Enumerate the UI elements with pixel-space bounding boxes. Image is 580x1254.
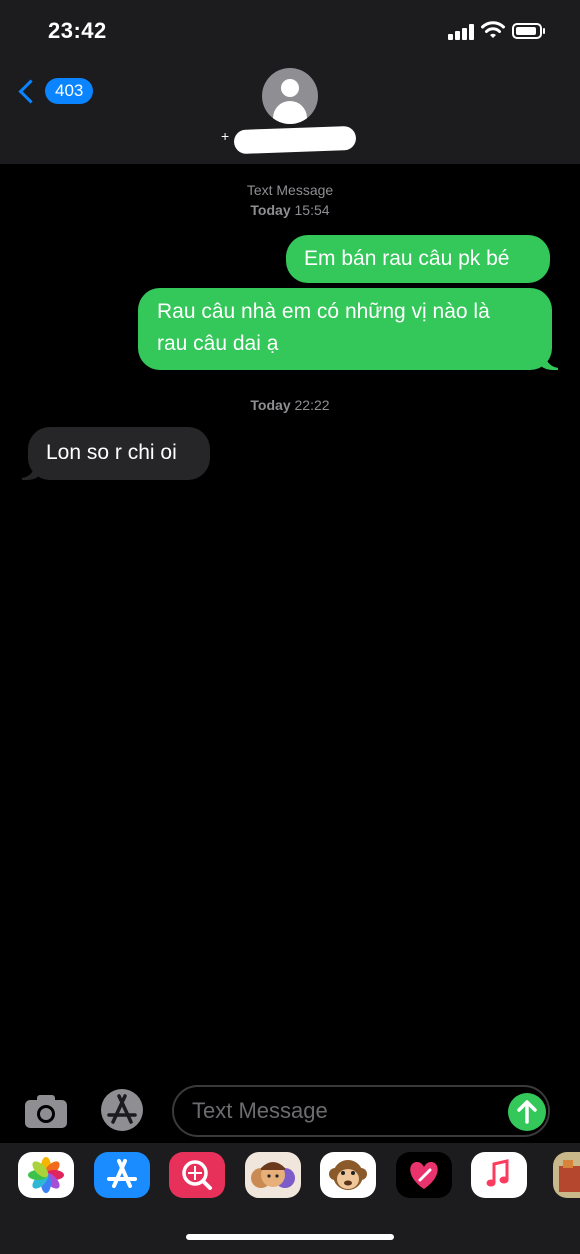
received-message[interactable]: Lon so r chi oi (28, 427, 210, 480)
wifi-icon (481, 20, 505, 40)
service-label: Text Message (246, 182, 334, 198)
battery-icon (512, 23, 545, 39)
contact-number-prefix: + (221, 128, 230, 144)
camera-button[interactable] (22, 1091, 70, 1131)
message-text-line: Rau câu nhà em có những vị nào là (157, 300, 490, 323)
message-text: Lon so r chi oi (46, 441, 177, 464)
contact-avatar[interactable] (262, 68, 318, 124)
photos-app-icon[interactable] (18, 1152, 74, 1198)
timestamp-2: Today 22:22 (0, 397, 580, 413)
timestamp-1-day: Today (250, 202, 291, 218)
app-store-button[interactable] (97, 1088, 147, 1132)
status-time: 23:42 (48, 18, 107, 43)
timestamp-1-time: 15:54 (294, 202, 330, 218)
message-text: Em bán rau câu pk bé (304, 247, 510, 270)
send-button[interactable] (508, 1093, 546, 1131)
message-text-line: rau câu dai ạ (157, 332, 279, 355)
person-icon (281, 79, 299, 97)
images-search-app-icon[interactable] (169, 1152, 225, 1198)
animoji-app-icon[interactable] (320, 1152, 376, 1198)
camera-icon (25, 1095, 67, 1128)
app-store-icon (101, 1089, 143, 1131)
arrow-up-icon (517, 1100, 537, 1124)
memoji-app-icon[interactable] (245, 1152, 301, 1198)
chevron-left-icon (18, 78, 43, 104)
message-input-placeholder: Text Message (192, 1098, 328, 1123)
partial-app-icon[interactable] (553, 1152, 580, 1198)
sent-message[interactable]: Rau câu nhà em có những vị nào là rau câ… (138, 288, 552, 370)
redaction-mark (233, 125, 357, 155)
home-indicator[interactable] (186, 1234, 394, 1240)
cellular-signal-icon (448, 24, 474, 40)
unread-count-badge: 403 (45, 78, 94, 104)
timestamp-2-time: 22:22 (294, 397, 330, 413)
app-store-app-icon[interactable] (94, 1152, 150, 1198)
sent-message[interactable]: Em bán rau câu pk bé (286, 235, 550, 283)
timestamp-2-day: Today (250, 397, 291, 413)
music-app-icon[interactable] (471, 1152, 527, 1198)
timestamp-1: Today 15:54 (0, 202, 580, 218)
back-button[interactable]: 403 (16, 74, 94, 108)
digital-touch-app-icon[interactable] (396, 1152, 452, 1198)
